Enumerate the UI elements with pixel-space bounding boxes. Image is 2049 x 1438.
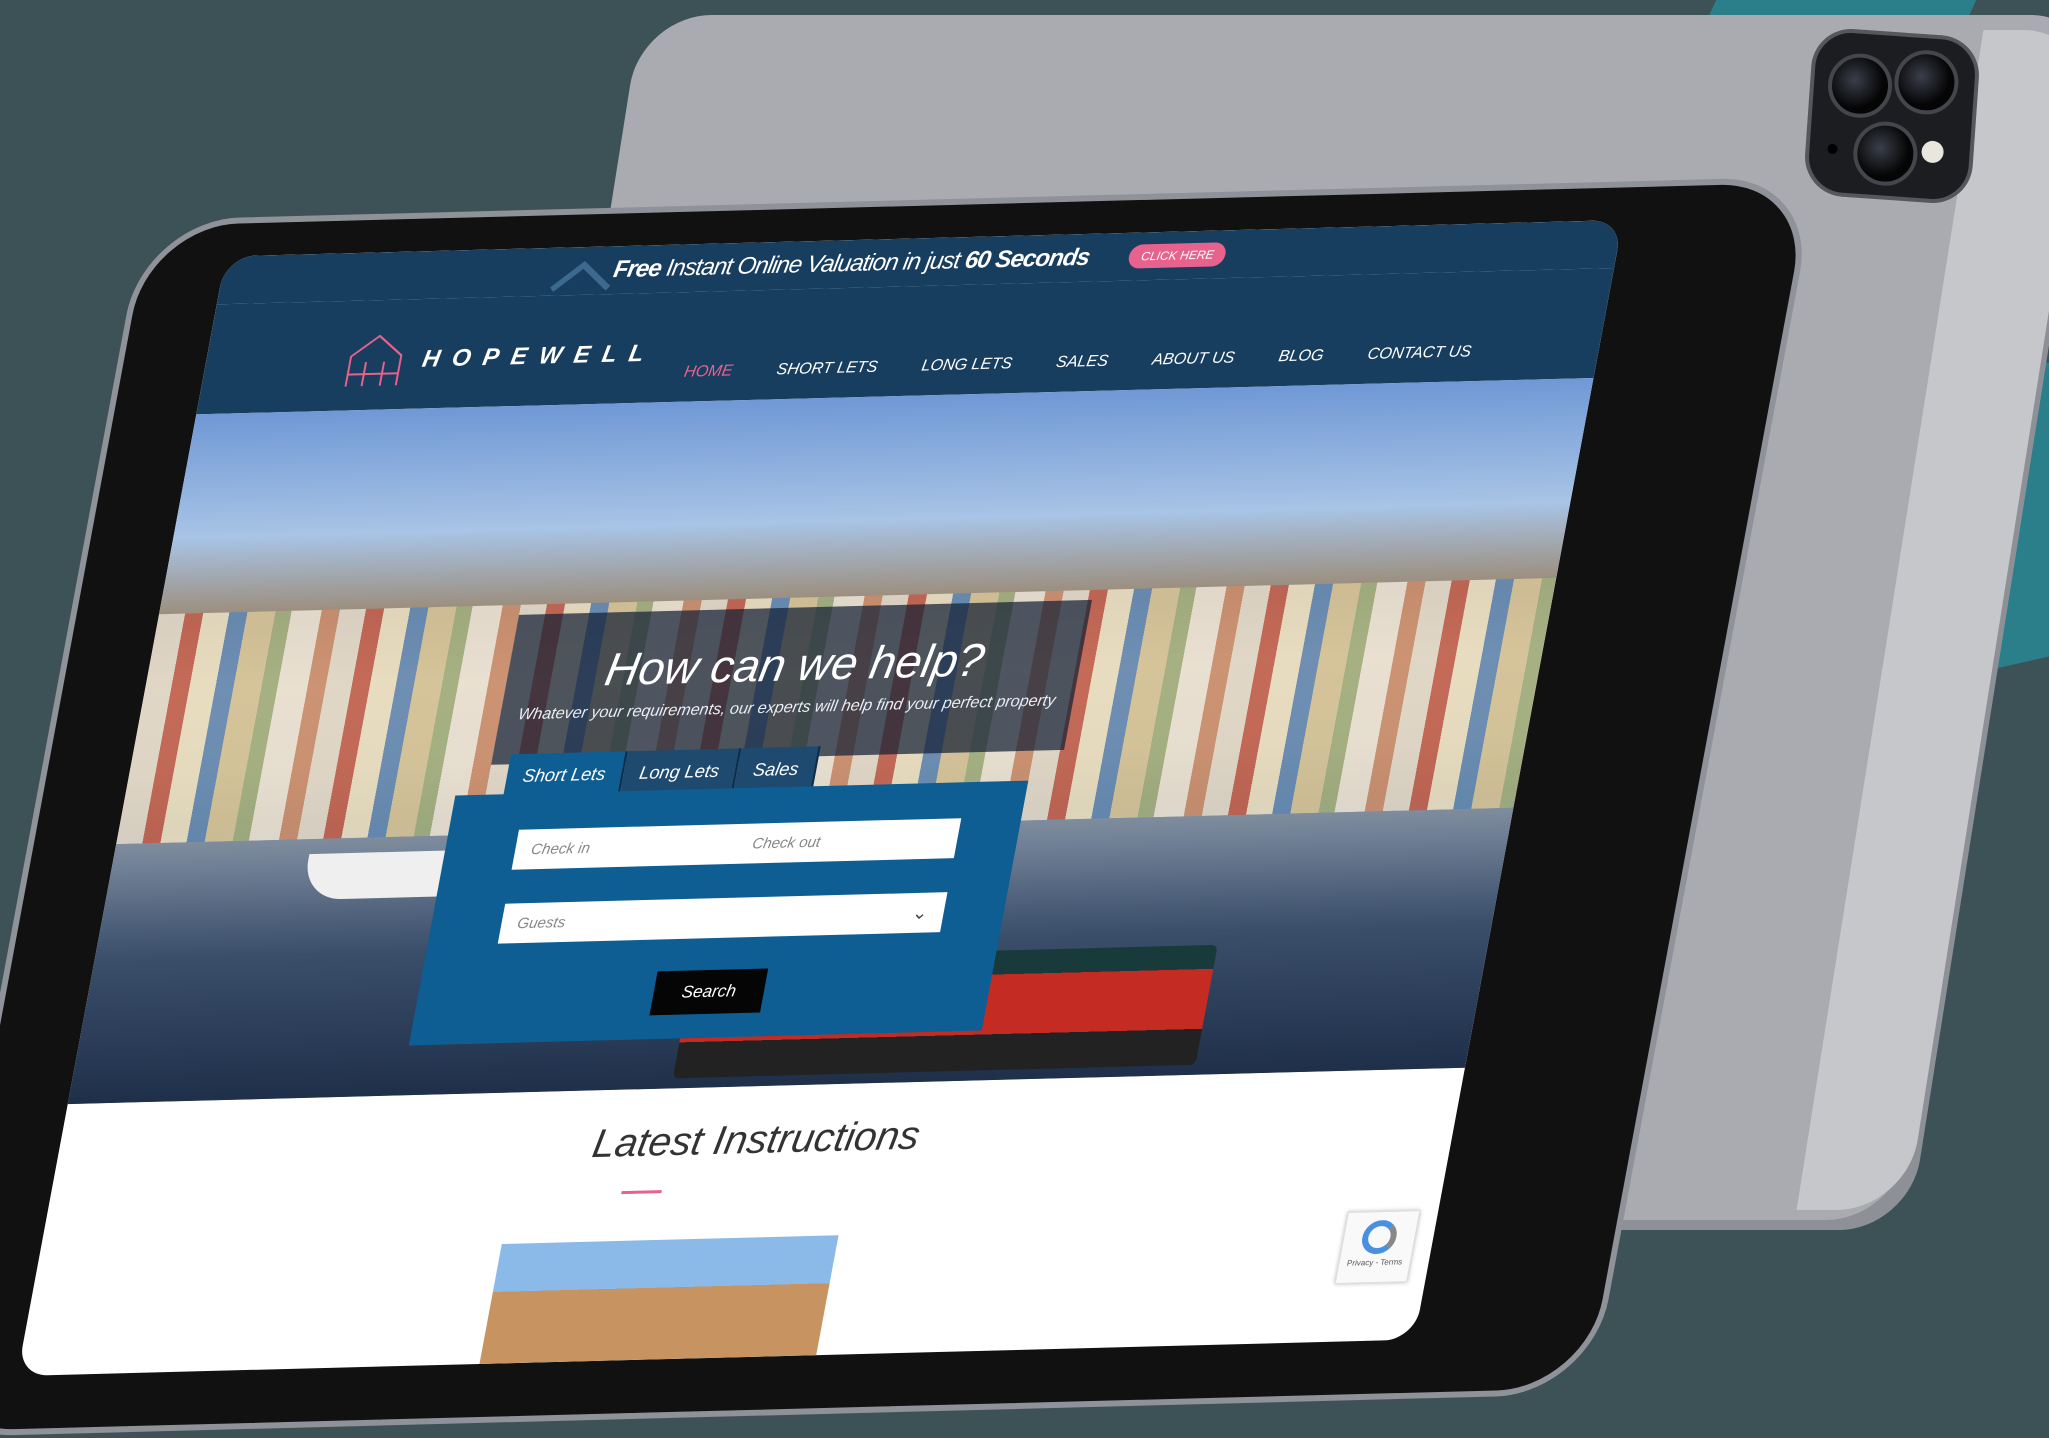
guests-select[interactable]: Guests ⌄ bbox=[497, 892, 948, 944]
click-here-button[interactable]: CLICK HERE bbox=[1127, 242, 1229, 269]
banner-text: Free Instant Online Valuation in just 60… bbox=[611, 244, 1091, 284]
search-button[interactable]: Search bbox=[649, 968, 769, 1016]
nav-home[interactable]: HOME bbox=[682, 363, 734, 382]
nav-short-lets[interactable]: SHORT LETS bbox=[775, 359, 879, 380]
banner-free: Free bbox=[611, 254, 664, 284]
check-out-input[interactable]: Check out bbox=[735, 830, 959, 853]
recaptcha-label[interactable]: Privacy - Terms bbox=[1346, 1257, 1403, 1267]
hero-image: How can we help? Whatever your requireme… bbox=[67, 377, 1594, 1105]
date-range-field[interactable]: Check in Check out bbox=[511, 818, 962, 870]
title-underline bbox=[621, 1190, 662, 1195]
section-title: Latest Instructions bbox=[589, 1113, 924, 1167]
tablet-front: Free Instant Online Valuation in just 60… bbox=[0, 176, 1818, 1438]
camera-lens-icon bbox=[1851, 119, 1920, 188]
property-thumbnail[interactable] bbox=[479, 1235, 839, 1364]
check-in-input[interactable]: Check in bbox=[514, 835, 738, 858]
main-nav: HOME SHORT LETS LONG LETS SALES ABOUT US… bbox=[682, 343, 1473, 382]
camera-lens-icon bbox=[1892, 48, 1961, 117]
search-panel: Check in Check out Guests ⌄ Search bbox=[408, 780, 1029, 1046]
logo[interactable]: HOPEWELL bbox=[341, 325, 661, 391]
house-logo-icon bbox=[344, 334, 403, 387]
microphone-icon bbox=[1827, 143, 1838, 155]
camera-module bbox=[1802, 26, 1982, 206]
recaptcha-badge[interactable]: Privacy - Terms bbox=[1334, 1210, 1421, 1284]
house-watermark-icon bbox=[550, 261, 611, 292]
nav-long-lets[interactable]: LONG LETS bbox=[920, 355, 1013, 375]
website-screen: Free Instant Online Valuation in just 60… bbox=[17, 219, 1623, 1377]
brand-name: HOPEWELL bbox=[420, 339, 659, 373]
nav-sales[interactable]: SALES bbox=[1054, 353, 1110, 372]
recaptcha-icon bbox=[1359, 1219, 1400, 1255]
guests-placeholder: Guests bbox=[515, 913, 567, 932]
flash-icon bbox=[1920, 140, 1945, 164]
chevron-down-icon: ⌄ bbox=[910, 902, 930, 923]
nav-contact-us[interactable]: CONTACT US bbox=[1366, 343, 1473, 364]
banner-message: Instant Online Valuation in just bbox=[664, 247, 962, 282]
nav-blog[interactable]: BLOG bbox=[1277, 347, 1325, 366]
banner-highlight: 60 Seconds bbox=[962, 243, 1092, 275]
nav-about-us[interactable]: ABOUT US bbox=[1151, 349, 1236, 369]
camera-lens-icon bbox=[1825, 51, 1895, 120]
